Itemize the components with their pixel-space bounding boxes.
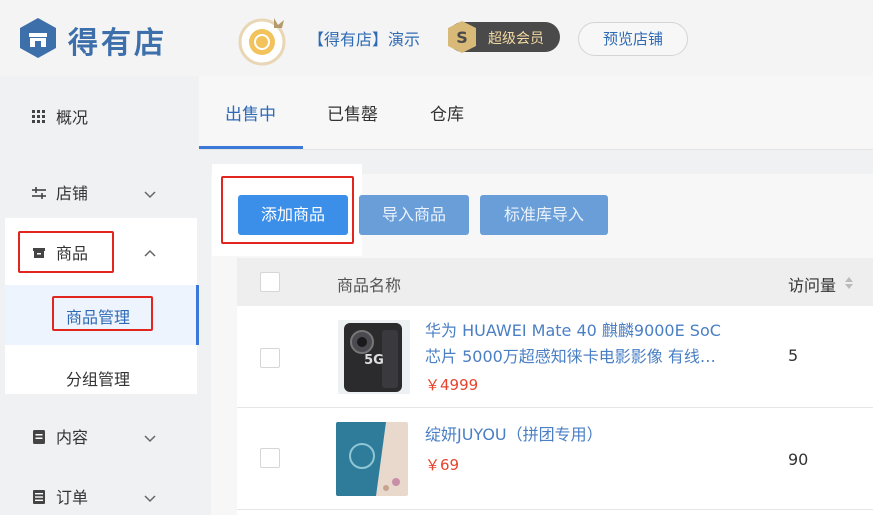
sidebar-item-label: 店铺: [56, 184, 89, 203]
chevron-down-icon: [144, 489, 156, 503]
product-name-line1[interactable]: 绽妍JUYOU（拼团专用）: [425, 422, 603, 448]
product-price: ￥69: [425, 456, 460, 474]
highlight-box-goods-management: [52, 296, 153, 331]
document-icon: [32, 429, 46, 444]
product-name-line1[interactable]: 华为 HUAWEI Mate 40 麒麟9000E SoC: [425, 318, 721, 344]
column-header-visits[interactable]: 访问量: [788, 272, 836, 296]
import-product-button[interactable]: 导入商品: [359, 195, 469, 235]
grid-icon: [32, 109, 46, 123]
active-tab-underline: [199, 146, 303, 149]
top-header: 得有店 【得有店】演示 S 超级会员 预览店铺: [0, 0, 873, 76]
select-all-checkbox[interactable]: [260, 272, 280, 292]
highlight-box-goods: [18, 231, 114, 273]
product-name-line2[interactable]: 芯片 5000万超感知徕卡电影影像 有线…: [425, 344, 716, 370]
tab-warehouse[interactable]: 仓库: [430, 100, 464, 125]
chevron-down-icon: [144, 185, 156, 199]
product-visits: 5: [788, 346, 799, 365]
product-thumbnail[interactable]: 5G: [338, 320, 410, 394]
sidebar-item-store[interactable]: 店铺: [0, 170, 199, 214]
sidebar-item-overview[interactable]: 概况: [0, 94, 199, 138]
product-table: 商品名称 访问量 5G 华为 HUAWEI Mate 40 麒麟9000E So…: [237, 258, 873, 515]
preview-store-button[interactable]: 预览店铺: [578, 22, 688, 56]
highlight-box-add-product: [221, 176, 354, 244]
sidebar-sub-group-management[interactable]: 分组管理: [66, 366, 130, 390]
product-price: ￥4999: [425, 376, 479, 394]
chevron-down-icon: [144, 429, 156, 443]
shop-name[interactable]: 【得有店】演示: [308, 26, 420, 50]
standard-library-import-button[interactable]: 标准库导入: [480, 195, 608, 235]
sidebar-item-label: 订单: [56, 488, 89, 507]
sidebar: 概况 店铺 商品 商品管理 分组管理 内容 订单: [0, 76, 199, 515]
main-panel: 出售中 已售罄 仓库 添加商品 导入商品 标准库导入 商品名称 访问量 5G 华…: [199, 76, 873, 515]
logo-text[interactable]: 得有店: [68, 18, 167, 62]
column-header-name: 商品名称: [337, 276, 402, 295]
vip-label: 超级会员: [488, 31, 544, 47]
table-row[interactable]: 5G 华为 HUAWEI Mate 40 麒麟9000E SoC 芯片 5000…: [237, 306, 873, 408]
sidebar-item-label: 概况: [56, 108, 89, 127]
table-row[interactable]: 绽妍JUYOU（拼团专用） ￥69 90: [237, 408, 873, 510]
product-visits: 90: [788, 450, 809, 469]
product-thumbnail[interactable]: [336, 422, 408, 496]
svg-text:S: S: [456, 28, 468, 47]
shop-avatar[interactable]: [236, 14, 290, 66]
sliders-icon: [32, 185, 46, 199]
tab-on-sale[interactable]: 出售中: [225, 100, 276, 125]
tab-bar: 出售中 已售罄 仓库: [199, 76, 873, 150]
vip-badge: S 超级会员: [446, 20, 560, 54]
row-checkbox[interactable]: [260, 348, 280, 368]
row-checkbox[interactable]: [260, 448, 280, 468]
table-header: 商品名称 访问量: [237, 258, 873, 306]
sort-icon[interactable]: [844, 275, 854, 294]
list-icon: [32, 489, 46, 504]
tab-sold-out[interactable]: 已售罄: [327, 100, 378, 125]
sidebar-item-label: 内容: [56, 428, 89, 447]
svg-text:5G: 5G: [364, 353, 384, 368]
vip-s-icon: S: [446, 20, 478, 54]
sidebar-item-orders[interactable]: 订单: [0, 474, 199, 515]
sidebar-item-content[interactable]: 内容: [0, 414, 199, 458]
shop-logo-icon[interactable]: [18, 17, 58, 59]
chevron-up-icon: [144, 245, 156, 257]
